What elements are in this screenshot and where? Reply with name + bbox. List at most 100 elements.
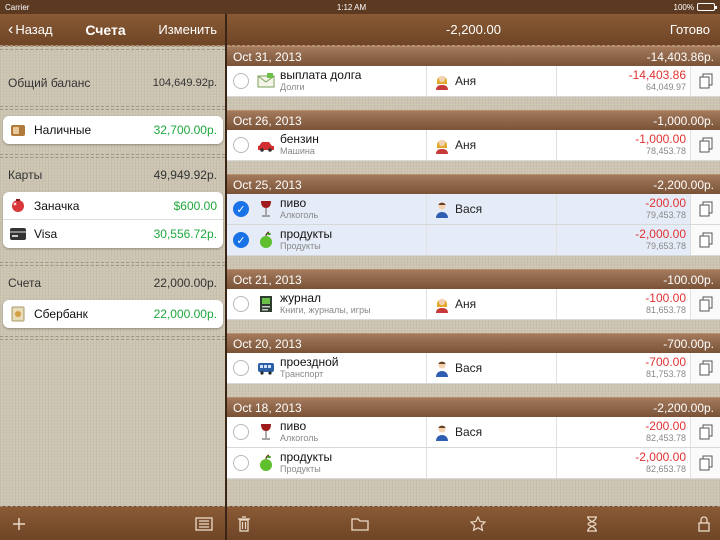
copy-icon[interactable] (690, 289, 720, 319)
transaction-row[interactable]: бензин Машина Аня -1,000.00 78,453.78 (227, 130, 720, 161)
chevron-left-icon: ‹ (8, 20, 14, 38)
transaction-amount: -200.00 (645, 196, 686, 210)
day-gap (227, 256, 720, 269)
day-total: -14,403.86р. (646, 49, 714, 64)
transactions-toolbar (227, 506, 720, 540)
copy-icon[interactable] (690, 66, 720, 96)
car-icon (257, 136, 275, 154)
transaction-category: Алкоголь (280, 433, 319, 443)
battery-icon (697, 3, 717, 11)
transaction-row[interactable]: ✓ продукты Продукты -2,000.00 79,653.78 (227, 225, 720, 256)
transactions-pane: -2,200.00 Готово Oct 31, 2013 -14,403.86… (227, 14, 720, 540)
day-total: -2,200.00р. (653, 177, 714, 192)
account-row-cash[interactable]: Наличные 32,700.00р. (3, 116, 223, 144)
copy-icon[interactable] (690, 448, 720, 478)
row-checkbox[interactable] (227, 417, 255, 447)
transaction-name: бензин (280, 132, 319, 146)
amount-cell: -200.00 79,453.78 (557, 194, 690, 224)
copy-icon[interactable] (690, 225, 720, 255)
row-checkbox[interactable]: ✓ (227, 225, 255, 255)
female-user-icon (433, 295, 451, 313)
cards-group-label: Карты (8, 168, 43, 182)
day-gap (227, 161, 720, 174)
person-name: Аня (455, 74, 477, 88)
cards-card: Заначка $600.00 Visa 30,556.72р. (3, 192, 223, 248)
edit-button[interactable]: Изменить (158, 22, 217, 37)
amount-cell: -1,000.00 78,453.78 (557, 130, 690, 160)
hourglass-icon[interactable] (586, 515, 598, 532)
running-balance: 82,653.78 (645, 464, 686, 474)
account-value: 22,000.00р. (153, 307, 217, 321)
accounts-group-label: Счета (8, 276, 42, 290)
row-checkbox[interactable] (227, 66, 255, 96)
person-cell (427, 448, 557, 478)
row-checkbox[interactable] (227, 353, 255, 383)
checkbox-circle[interactable] (233, 73, 249, 89)
day-total: -700.00р. (663, 336, 714, 351)
star-icon[interactable] (469, 515, 486, 532)
checkbox-circle[interactable] (233, 296, 249, 312)
transactions-list: Oct 31, 2013 -14,403.86р. выплата долга … (227, 46, 720, 506)
clock: 1:12 AM (336, 2, 367, 12)
lock-icon[interactable] (698, 515, 710, 532)
wine-glass-icon (257, 423, 275, 441)
transaction-amount: -2,000.00 (635, 450, 686, 464)
checkbox-circle[interactable] (233, 455, 249, 471)
folder-icon[interactable] (351, 517, 369, 531)
row-checkbox[interactable]: ✓ (227, 194, 255, 224)
account-row-sberbank[interactable]: Сбербанк 22,000.00р. (3, 300, 223, 328)
journal-icon (257, 295, 275, 313)
day-header: Oct 21, 2013 -100.00р. (227, 269, 720, 289)
status-bar: Carrier 1:12 AM 100% (0, 0, 720, 14)
list-icon[interactable] (195, 516, 213, 531)
copy-icon[interactable] (690, 194, 720, 224)
apple-icon (257, 231, 275, 249)
transaction-name: продукты (280, 227, 333, 241)
transaction-row[interactable]: ✓ пиво Алкоголь Вася -200.00 79,453.78 (227, 194, 720, 225)
person-cell: Аня (427, 66, 557, 96)
back-button[interactable]: ‹ Назад (8, 21, 53, 39)
checkbox-circle[interactable] (233, 424, 249, 440)
transaction-name: выплата долга (280, 68, 362, 82)
plus-icon[interactable] (12, 517, 26, 531)
checkbox-circle[interactable] (233, 360, 249, 376)
copy-icon[interactable] (690, 353, 720, 383)
divider (0, 262, 225, 266)
copy-icon[interactable] (690, 417, 720, 447)
day-total: -1,000.00р. (653, 113, 714, 128)
amount-cell: -2,000.00 79,653.78 (557, 225, 690, 255)
day-header: Oct 18, 2013 -2,200.00р. (227, 397, 720, 417)
battery-label: 100% (673, 2, 694, 12)
transaction-row[interactable]: продукты Продукты -2,000.00 82,653.78 (227, 448, 720, 479)
transaction-row[interactable]: выплата долга Долги Аня -14,403.86 64,04… (227, 66, 720, 97)
running-balance: 81,753.78 (645, 369, 686, 379)
transaction-row[interactable]: журнал Книги, журналы, игры Аня -100.00 … (227, 289, 720, 320)
wallet-icon (9, 121, 27, 139)
row-checkbox[interactable] (227, 289, 255, 319)
transaction-amount: -1,000.00 (635, 132, 686, 146)
copy-icon[interactable] (690, 130, 720, 160)
done-button[interactable]: Готово (670, 22, 710, 37)
account-row-zanachka[interactable]: Заначка $600.00 (3, 192, 223, 220)
trash-icon[interactable] (237, 515, 251, 532)
checkbox-circle[interactable] (233, 137, 249, 153)
transaction-row[interactable]: проездной Транспорт Вася -700.00 81,753.… (227, 353, 720, 384)
day-header: Oct 20, 2013 -700.00р. (227, 333, 720, 353)
checkmark-icon[interactable]: ✓ (233, 201, 249, 217)
day-gap (227, 384, 720, 397)
transaction-category: Продукты (280, 464, 321, 474)
person-cell: Аня (427, 130, 557, 160)
amount-cell: -100.00 81,653.78 (557, 289, 690, 319)
category-cell: проездной Транспорт (255, 353, 427, 383)
day-date: Oct 20, 2013 (233, 336, 302, 351)
checkmark-icon[interactable]: ✓ (233, 232, 249, 248)
person-name: Аня (455, 138, 477, 152)
cards-group-header: Карты 49,949.92р. (0, 163, 225, 187)
female-user-icon (433, 136, 451, 154)
person-cell: Вася (427, 353, 557, 383)
wine-glass-icon (257, 200, 275, 218)
row-checkbox[interactable] (227, 130, 255, 160)
row-checkbox[interactable] (227, 448, 255, 478)
transaction-row[interactable]: пиво Алкоголь Вася -200.00 82,453.78 (227, 417, 720, 448)
account-row-visa[interactable]: Visa 30,556.72р. (3, 220, 223, 248)
